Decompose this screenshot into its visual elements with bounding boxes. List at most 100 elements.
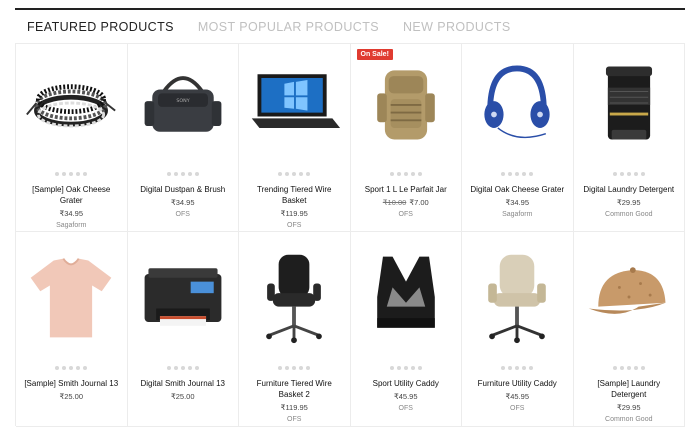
product-price: ₹45.95 (394, 392, 418, 401)
product-price-value: ₹119.95 (280, 209, 308, 218)
product-price-value: ₹45.95 (505, 392, 530, 401)
product-price: ₹10.00 ₹7.00 (383, 198, 429, 207)
product-grid: [Sample] Oak Cheese Grater ₹34.95 Sagafo… (15, 43, 685, 427)
product-image[interactable] (579, 48, 679, 158)
product-brand[interactable]: OFS (510, 405, 524, 412)
product-price-value: ₹119.95 (280, 403, 308, 412)
product-title[interactable]: Digital Laundry Detergent (577, 184, 680, 195)
product-card[interactable]: Digital Smith Journal 13 ₹25.00 (127, 232, 239, 427)
product-card[interactable]: Furniture Utility Caddy ₹45.95 OFS (462, 232, 574, 427)
product-card[interactable]: SONY Digital Dustpan & Brush ₹34.95 OFS (127, 44, 239, 232)
product-price: ₹34.95 (59, 209, 83, 218)
product-image[interactable] (467, 48, 567, 158)
product-brand[interactable]: OFS (399, 405, 413, 412)
product-brand[interactable]: OFS (287, 416, 301, 423)
product-image[interactable] (356, 242, 456, 352)
backpack-icon (376, 70, 435, 140)
rating-stars (389, 172, 422, 176)
featured-products-section: FEATURED PRODUCTS MOST POPULAR PRODUCTS … (15, 8, 685, 427)
product-image[interactable] (21, 48, 121, 158)
product-image[interactable] (21, 242, 121, 352)
printer-icon (144, 268, 222, 326)
product-price: ₹34.95 (505, 198, 529, 207)
laptop-icon (252, 74, 341, 128)
product-price-value: ₹25.00 (170, 392, 195, 401)
tab-new-products[interactable]: NEW PRODUCTS (403, 20, 511, 34)
camera-lens-icon (605, 66, 652, 140)
product-title[interactable]: [Sample] Oak Cheese Grater (16, 184, 127, 206)
rating-stars (166, 172, 199, 176)
product-card[interactable]: Digital Oak Cheese Grater ₹34.95 Sagafor… (462, 44, 574, 232)
product-image[interactable] (467, 242, 567, 352)
rating-stars (278, 366, 311, 370)
sports-bra-icon (376, 256, 435, 328)
product-brand[interactable]: OFS (287, 222, 301, 229)
on-sale-badge: On Sale! (356, 49, 393, 60)
rating-stars (501, 366, 534, 370)
product-title[interactable]: [Sample] Smith Journal 13 (18, 378, 124, 389)
product-title[interactable]: Digital Smith Journal 13 (135, 378, 231, 389)
product-brand[interactable]: OFS (399, 211, 413, 218)
product-price-value: ₹45.95 (393, 392, 418, 401)
product-title[interactable]: Digital Oak Cheese Grater (464, 184, 570, 195)
product-card[interactable]: Trending Tiered Wire Basket ₹119.95 OFS (239, 44, 351, 232)
product-price-value: ₹25.00 (59, 392, 84, 401)
product-brand[interactable]: Sagaform (502, 211, 532, 218)
tab-most-popular-products[interactable]: MOST POPULAR PRODUCTS (198, 20, 379, 34)
product-title[interactable]: [Sample] Laundry Detergent (574, 378, 685, 400)
product-image[interactable] (579, 242, 679, 352)
product-title[interactable]: Digital Dustpan & Brush (134, 184, 231, 195)
product-price: ₹119.95 (281, 209, 308, 218)
rating-stars (612, 366, 645, 370)
bracelet-icon (26, 84, 117, 128)
product-image[interactable]: SONY (133, 48, 233, 158)
product-image[interactable] (133, 242, 233, 352)
product-brand[interactable]: Common Good (605, 211, 652, 218)
tshirt-icon (30, 258, 112, 338)
headphones-icon (484, 65, 550, 139)
camera-bag-icon: SONY (144, 76, 222, 132)
product-image[interactable] (244, 242, 344, 352)
product-card[interactable]: [Sample] Smith Journal 13 ₹25.00 (16, 232, 128, 427)
product-title[interactable]: Trending Tiered Wire Basket (239, 184, 350, 206)
product-title[interactable]: Sport Utility Caddy (367, 378, 445, 389)
product-card[interactable]: [Sample] Oak Cheese Grater ₹34.95 Sagafo… (16, 44, 128, 232)
product-price-value: ₹7.00 (409, 198, 429, 207)
product-card[interactable]: Furniture Tiered Wire Basket 2 ₹119.95 O… (239, 232, 351, 427)
product-image[interactable] (244, 48, 344, 158)
rating-stars (55, 172, 88, 176)
product-old-price: ₹10.00 (382, 198, 407, 207)
product-price: ₹34.95 (171, 198, 195, 207)
product-image[interactable] (356, 48, 456, 158)
svg-text:SONY: SONY (176, 98, 189, 104)
product-price: ₹29.95 (617, 403, 641, 412)
rating-stars (278, 172, 311, 176)
product-price-value: ₹29.95 (616, 198, 641, 207)
rating-stars (389, 366, 422, 370)
product-card[interactable]: [Sample] Laundry Detergent ₹29.95 Common… (573, 232, 685, 427)
product-title[interactable]: Furniture Utility Caddy (472, 378, 563, 389)
product-price: ₹25.00 (59, 392, 83, 401)
office-chair-beige-icon (488, 254, 547, 344)
product-price-value: ₹34.95 (170, 198, 195, 207)
product-price-value: ₹29.95 (616, 403, 641, 412)
product-price: ₹29.95 (617, 198, 641, 207)
product-card[interactable]: Sport Utility Caddy ₹45.95 OFS (350, 232, 462, 427)
product-card[interactable]: On Sale! Sport 1 L Le Parfait Jar ₹10.00… (350, 44, 462, 232)
product-price: ₹45.95 (505, 392, 529, 401)
product-brand[interactable]: OFS (176, 211, 190, 218)
product-price: ₹25.00 (171, 392, 195, 401)
product-tabs: FEATURED PRODUCTS MOST POPULAR PRODUCTS … (15, 10, 685, 43)
product-brand[interactable]: Sagaform (56, 222, 86, 229)
office-chair-black-icon (266, 254, 323, 344)
tab-featured-products[interactable]: FEATURED PRODUCTS (27, 20, 174, 34)
product-price: ₹119.95 (281, 403, 308, 412)
product-title[interactable]: Sport 1 L Le Parfait Jar (359, 184, 453, 195)
product-card[interactable]: Digital Laundry Detergent ₹29.95 Common … (573, 44, 685, 232)
rating-stars (501, 172, 534, 176)
cap-icon (588, 267, 666, 314)
product-title[interactable]: Furniture Tiered Wire Basket 2 (239, 378, 350, 400)
product-brand[interactable]: Common Good (605, 416, 652, 423)
rating-stars (166, 366, 199, 370)
product-price-value: ₹34.95 (59, 209, 84, 218)
